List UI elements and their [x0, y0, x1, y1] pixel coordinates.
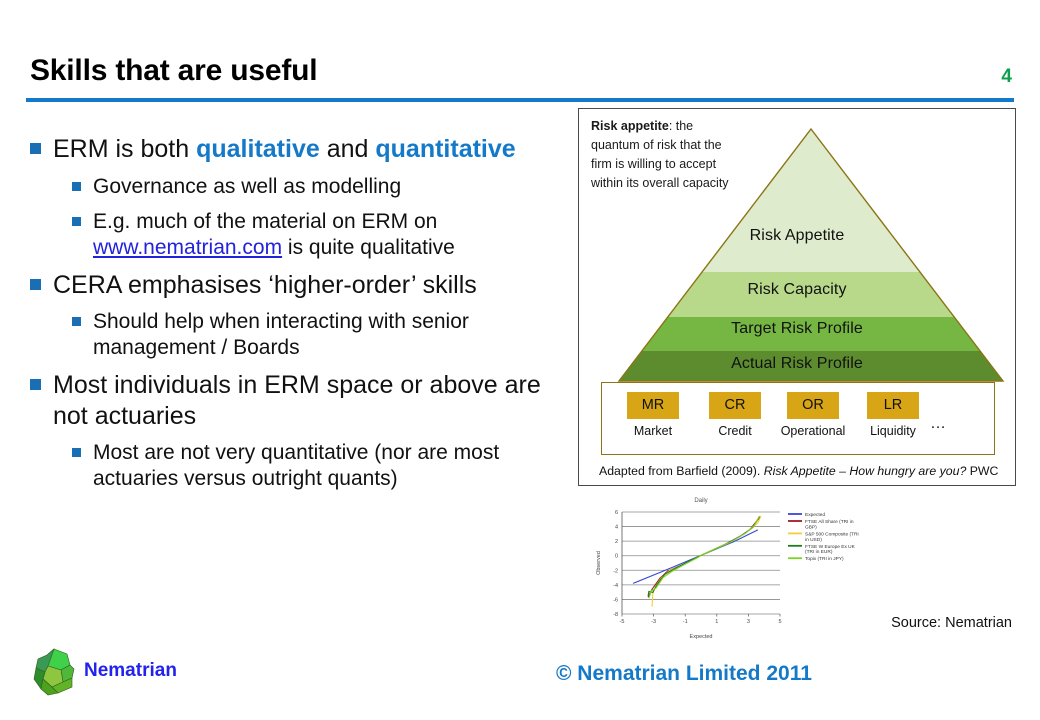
bullet-item-level1: ERM is both qualitative and quantitative	[30, 134, 575, 165]
bullet-text: Most individuals in ERM space or above a…	[53, 370, 575, 431]
series-line	[647, 517, 760, 597]
x-axis-label: Expected	[690, 634, 713, 640]
pyramid-label-actual-risk-profile: Actual Risk Profile	[731, 355, 863, 372]
slide-canvas: Skills that are useful 4 ERM is both qua…	[0, 0, 1040, 720]
legend-entry-label: Topix (TRI in JPY)	[805, 556, 844, 562]
legend-entry-label: in USD)	[805, 537, 822, 543]
x-tick-label: -3	[651, 619, 656, 625]
bullet-marker-icon	[72, 216, 81, 226]
series-line	[651, 515, 762, 607]
page-title: Skills that are useful	[30, 54, 318, 87]
nematrian-link[interactable]: www.nematrian.com	[93, 236, 282, 259]
bullet-marker-icon	[30, 379, 41, 391]
risk-appetite-panel: Risk appetite: the quantum of risk that …	[578, 108, 1016, 486]
legend-entry-label: S&P 500 Composite (TRI	[805, 531, 859, 537]
bullet-text: Governance as well as modelling	[93, 174, 401, 200]
y-tick-label: 0	[615, 554, 618, 560]
pyramid-label-target-risk-profile: Target Risk Profile	[731, 320, 863, 337]
bullet-item-level2: Most are not very quantitative (nor are …	[30, 440, 575, 492]
x-tick-label: 5	[778, 619, 781, 625]
risk-category-label: Credit	[718, 424, 752, 438]
qq-plot-chart: Daily 6 4 2 0 -2 -4 -6 -8-5 -3 -1 1 3 5 Expected Observ…	[596, 498, 859, 640]
legend-entry-label: (TRI in EUR)	[805, 549, 833, 555]
bullet-marker-icon	[72, 317, 81, 327]
series-line	[632, 529, 759, 584]
page-number: 4	[1001, 66, 1012, 87]
bullet-highlight: qualitative	[196, 135, 320, 163]
nematrian-logo-icon	[33, 648, 75, 696]
y-tick-label: -4	[613, 583, 618, 589]
bullet-text-segment: Should help when interacting with senior…	[93, 310, 469, 360]
caption-prefix: Adapted from Barfield (2009).	[599, 464, 764, 478]
bullet-text: E.g. much of the material on ERM on www.…	[93, 209, 575, 261]
risk-category-label: Liquidity	[870, 424, 916, 438]
chart-title: Daily	[694, 498, 707, 504]
x-tick-label: 1	[715, 619, 718, 625]
y-tick-label: -2	[613, 568, 618, 574]
x-tick-label: -1	[683, 619, 688, 625]
pyramid-label-risk-capacity: Risk Capacity	[747, 281, 847, 298]
risk-category-label: Market	[633, 424, 673, 438]
bullet-text-segment: ERM is both	[53, 135, 197, 163]
risk-code-chip: CR	[709, 392, 761, 419]
legend-entry-label: FTSE All Share (TRI in	[805, 519, 854, 525]
copyright-notice: © Nematrian Limited 2011	[556, 662, 812, 685]
risk-category-label: Operational	[780, 424, 846, 438]
legend-entry-label: Expected	[805, 512, 825, 518]
caption-title: Risk Appetite – How hungry are you?	[763, 464, 967, 478]
risk-category-box: … MR Market CR Credit OR Operational LR Liquidi…	[601, 382, 995, 455]
y-axis-label: Observed	[596, 551, 602, 575]
x-tick-label: -5	[620, 619, 625, 625]
bullet-text-segment: E.g. much of the material on ERM on	[93, 209, 438, 233]
bullet-text: ERM is both qualitative and quantitative	[53, 134, 516, 165]
risk-code-chip: MR	[627, 392, 679, 419]
bullet-marker-icon	[30, 143, 41, 154]
bullet-highlight: quantitative	[375, 135, 516, 163]
bullet-text: Most are not very quantitative (nor are …	[93, 440, 575, 492]
legend-entry-label: FTSE W Europe Ex UK	[805, 544, 856, 550]
bullet-text-segment: is quite qualitative	[282, 235, 455, 259]
bullet-marker-icon	[72, 181, 81, 191]
source-note: Source: Nematrian	[891, 615, 1012, 631]
risk-category-market: MR Market	[618, 392, 688, 438]
bullet-item-level2: E.g. much of the material on ERM on www.…	[30, 209, 575, 261]
series-line	[648, 515, 760, 599]
bullet-item-level1: CERA emphasises ‘higher-order’ skills	[30, 270, 575, 301]
logo-wordmark: Nematrian	[84, 660, 177, 681]
bullet-text-segment: Most are not very quantitative (nor are …	[93, 441, 500, 491]
risk-code-chip: OR	[787, 392, 839, 419]
y-tick-label: 2	[615, 539, 618, 545]
risk-category-liquidity: LR Liquidity	[858, 392, 928, 438]
y-tick-label: -8	[613, 612, 618, 618]
bullet-list: ERM is both qualitative and quantitative…	[30, 125, 575, 492]
y-tick-label: 4	[615, 525, 618, 531]
legend-entry-label: GBP)	[805, 524, 817, 530]
pyramid-band-risk-appetite	[619, 129, 1003, 272]
bullet-text: Should help when interacting with senior…	[93, 309, 575, 361]
x-tick-label: 3	[747, 619, 750, 625]
bullet-marker-icon	[30, 278, 41, 290]
bullet-item-level1: Most individuals in ERM space or above a…	[30, 370, 575, 431]
risk-code-chip: LR	[867, 392, 919, 419]
bullet-text-segment: Most individuals in ERM space or above a…	[53, 371, 541, 430]
risk-ellipsis: …	[930, 415, 946, 432]
y-tick-label: 6	[615, 510, 618, 516]
risk-category-credit: CR Credit	[700, 392, 770, 438]
bullet-text-segment: Governance as well as modelling	[93, 174, 402, 198]
y-tick-label: -6	[613, 597, 618, 603]
caption-suffix: PWC	[966, 464, 999, 478]
pyramid-label-risk-appetite: Risk Appetite	[749, 227, 845, 244]
bullet-marker-icon	[72, 448, 81, 458]
title-divider	[26, 98, 1014, 102]
bullet-item-level2: Should help when interacting with senior…	[30, 309, 575, 361]
bullet-text-segment: and	[319, 135, 376, 163]
bullet-text-segment: CERA emphasises ‘higher-order’ skills	[53, 270, 477, 299]
pyramid-caption: Adapted from Barfield (2009). Risk Appet…	[599, 464, 998, 478]
risk-category-operational: OR Operational	[778, 392, 848, 438]
bullet-item-level2: Governance as well as modelling	[30, 174, 575, 200]
bullet-text: CERA emphasises ‘higher-order’ skills	[53, 270, 477, 301]
